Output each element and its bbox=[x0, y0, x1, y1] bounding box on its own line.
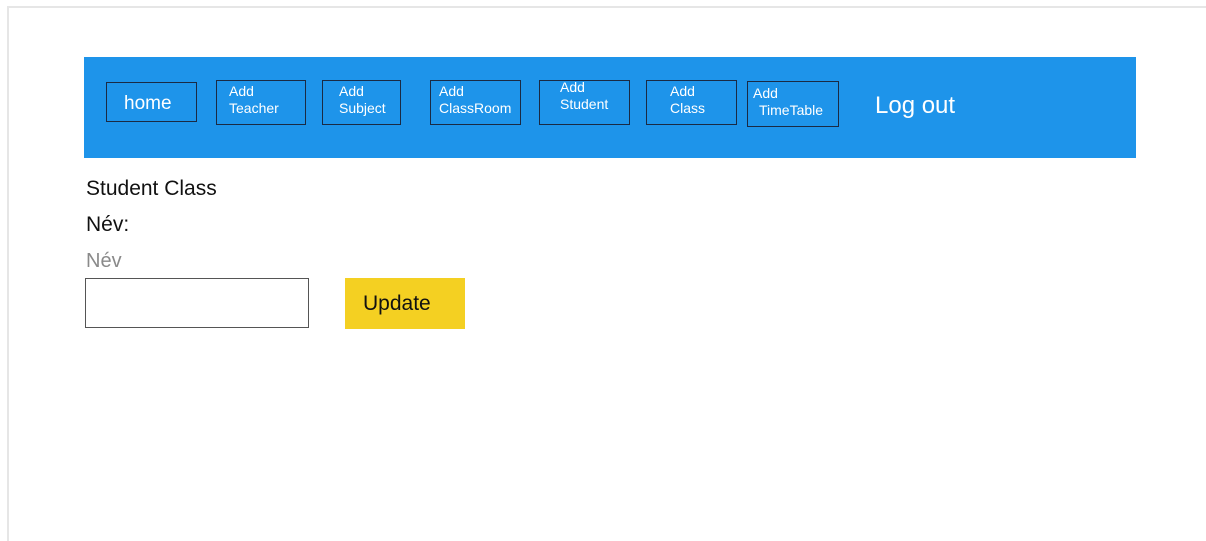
logout-link[interactable]: Log out bbox=[875, 93, 955, 119]
home-button-label: home bbox=[124, 93, 172, 114]
add-student-button[interactable]: Add Student bbox=[539, 80, 630, 125]
add-student-label-line2: Student bbox=[560, 96, 609, 112]
top-navbar: home Add Teacher Add Subject Add ClassRo… bbox=[84, 57, 1136, 158]
add-classroom-label-line2: ClassRoom bbox=[439, 100, 512, 116]
add-subject-button[interactable]: Add Subject bbox=[322, 80, 401, 125]
home-button[interactable]: home bbox=[106, 82, 197, 122]
name-field-caption: Név bbox=[86, 250, 122, 272]
add-subject-label-line1: Add bbox=[339, 83, 364, 99]
add-classroom-label-line1: Add bbox=[439, 83, 464, 99]
add-timetable-label-line2: TimeTable bbox=[759, 102, 824, 118]
name-input[interactable] bbox=[85, 278, 309, 328]
name-label: Név: bbox=[86, 213, 130, 236]
add-teacher-label-line1: Add bbox=[229, 83, 254, 99]
add-class-label-line2: Class bbox=[670, 100, 706, 116]
add-student-label-line1: Add bbox=[560, 79, 585, 95]
add-teacher-label-line2: Teacher bbox=[229, 100, 279, 116]
add-timetable-button[interactable]: Add TimeTable bbox=[747, 81, 839, 127]
page-title: Student Class bbox=[86, 177, 217, 200]
update-button[interactable]: Update bbox=[345, 278, 465, 329]
add-class-button[interactable]: Add Class bbox=[646, 80, 737, 125]
add-class-label-line1: Add bbox=[670, 83, 695, 99]
add-timetable-label-line1: Add bbox=[753, 85, 778, 101]
add-teacher-button[interactable]: Add Teacher bbox=[216, 80, 306, 125]
add-subject-label-line2: Subject bbox=[339, 100, 386, 116]
add-classroom-button[interactable]: Add ClassRoom bbox=[430, 80, 521, 125]
